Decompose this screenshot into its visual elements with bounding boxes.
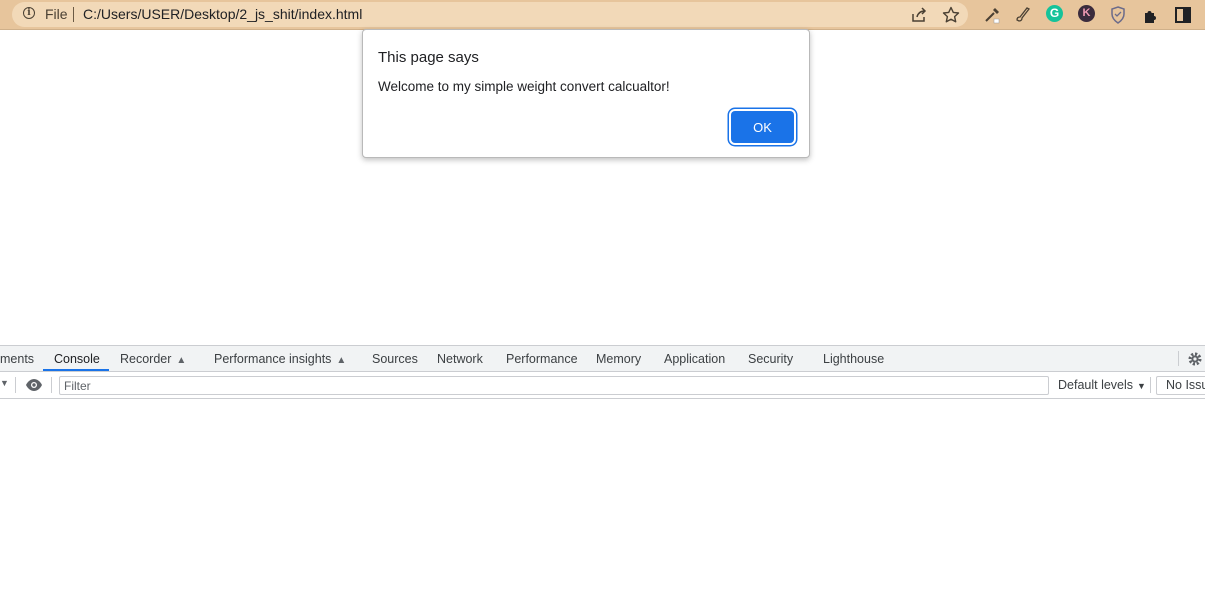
tab-application[interactable]: Application [664,352,725,366]
shield-extension-icon[interactable] [1108,5,1128,25]
grammarly-extension-icon[interactable]: G [1046,5,1063,22]
address-divider [73,7,74,22]
tab-memory[interactable]: Memory [596,352,641,366]
share-icon[interactable] [909,5,929,25]
chevron-down-icon: ▼ [1137,381,1146,391]
tab-network[interactable]: Network [437,352,483,366]
browser-toolbar: i File C:/Users/USER/Desktop/2_js_shit/i… [0,0,1205,30]
tab-console[interactable]: Console [54,352,100,366]
settings-gear-icon[interactable] [1187,351,1203,367]
active-tab-indicator [43,369,109,371]
dialog-title: This page says [378,49,479,66]
context-dropdown-icon[interactable]: ▼ [0,378,9,388]
tab-recorder[interactable]: Recorder ▲ [120,352,186,366]
side-panel-icon[interactable] [1173,5,1193,25]
issues-counter-button[interactable]: No Issues [1156,376,1205,395]
log-levels-dropdown[interactable]: Default levels ▼ [1058,378,1146,392]
info-icon[interactable]: i [23,7,35,19]
tab-performance-insights-label: Performance insights [214,352,332,366]
devtools-tab-bar: ments Console Recorder ▲ Performance insi… [0,345,1205,372]
tab-elements[interactable]: ments [0,352,34,366]
scheme-label: File [45,6,68,22]
log-levels-label: Default levels [1058,378,1134,392]
dialog-message: Welcome to my simple weight convert calc… [378,79,670,94]
toolbar-divider [15,377,16,393]
live-expression-eye-icon[interactable] [25,378,43,392]
tab-lighthouse[interactable]: Lighthouse [823,352,884,366]
console-filter-input[interactable] [59,376,1049,395]
k-extension-icon[interactable]: K [1078,5,1095,22]
brush-extension-icon[interactable] [1014,5,1034,25]
tab-security[interactable]: Security [748,352,793,366]
toolbar-divider [1150,377,1151,393]
experimental-flask-icon: ▲ [336,355,347,366]
experimental-flask-icon: ▲ [176,355,187,366]
tab-performance-insights[interactable]: Performance insights ▲ [214,352,346,366]
puzzle-extensions-icon[interactable] [1141,5,1161,25]
tab-bar-divider [1178,351,1179,366]
tab-sources[interactable]: Sources [372,352,418,366]
bookmark-star-icon[interactable] [941,5,961,25]
alert-dialog: This page says Welcome to my simple weig… [362,29,810,158]
console-toolbar: ▼ Default levels▼ No Issues [0,372,1205,399]
url-text[interactable]: C:/Users/USER/Desktop/2_js_shit/index.ht… [83,6,362,22]
tab-performance[interactable]: Performance [506,352,578,366]
eyedropper-extension-icon[interactable] [982,5,1002,25]
tab-recorder-label: Recorder [120,352,172,366]
toolbar-divider [51,377,52,393]
ok-button[interactable]: OK [731,111,794,143]
